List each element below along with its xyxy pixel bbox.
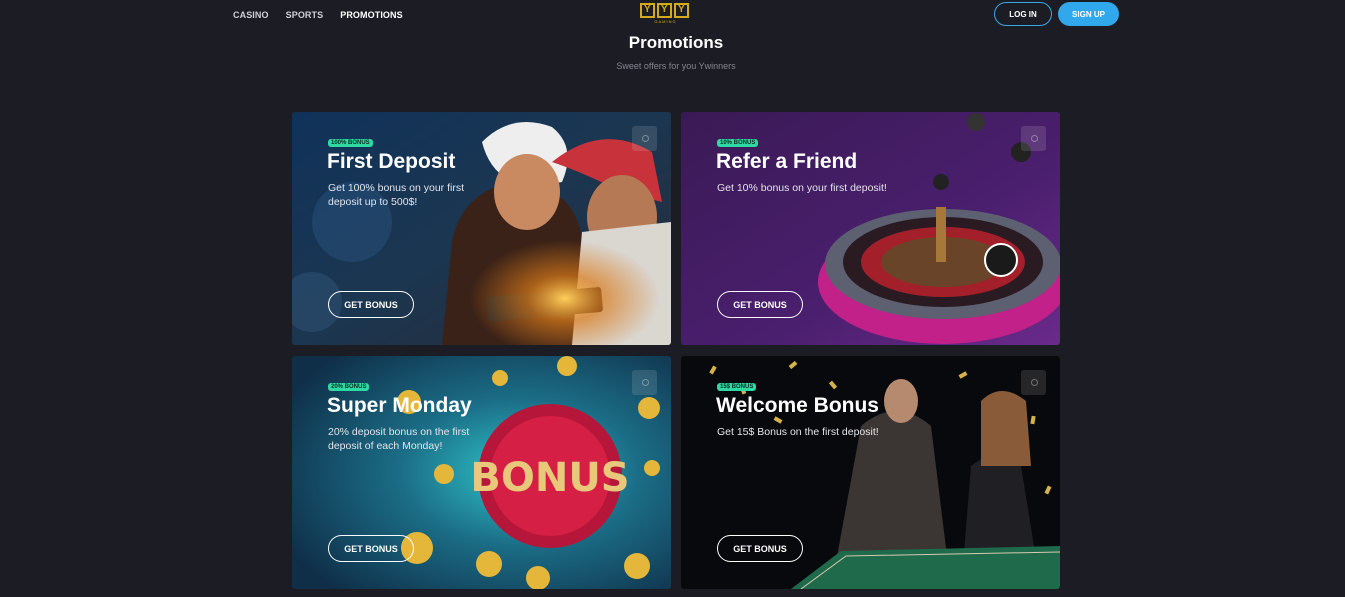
signup-button[interactable]: SIGN UP bbox=[1058, 2, 1119, 26]
promo-card-super-monday: BONUS 20% BONUS Super Monday 20% deposit… bbox=[292, 356, 671, 589]
promo-card-refer-a-friend: 10% BONUS Refer a Friend Get 10% bonus o… bbox=[681, 112, 1060, 345]
nav-promotions-link[interactable]: PROMOTIONS bbox=[340, 10, 403, 20]
promo-title: Super Monday bbox=[327, 394, 472, 417]
page-title: Promotions bbox=[628, 33, 724, 52]
bonus-sign-text: BONUS bbox=[470, 455, 629, 501]
bonus-badge: 20% BONUS bbox=[328, 383, 370, 391]
promo-description: Get 100% bonus on your first deposit up … bbox=[328, 182, 464, 208]
logo-mark-icon bbox=[674, 3, 689, 18]
get-bonus-button[interactable]: GET BONUS bbox=[328, 535, 414, 562]
main-menu: CASINO SPORTS PROMOTIONS bbox=[233, 10, 403, 20]
get-bonus-button[interactable]: GET BONUS bbox=[717, 291, 803, 318]
logo-mark-icon bbox=[657, 3, 672, 18]
bonus-badge: 10% BONUS bbox=[717, 139, 759, 147]
promo-card-welcome-bonus: 15$ BONUS Welcome Bonus Get 15$ Bonus on… bbox=[681, 356, 1060, 589]
info-icon[interactable] bbox=[632, 370, 657, 395]
bonus-badge: 100% BONUS bbox=[328, 139, 373, 147]
logo-mark-icon bbox=[640, 3, 655, 18]
promo-title: Refer a Friend bbox=[716, 150, 858, 173]
nav-casino-link[interactable]: CASINO bbox=[233, 10, 269, 20]
info-icon[interactable] bbox=[1021, 126, 1046, 151]
top-navigation: CASINO SPORTS PROMOTIONS GAMING LOG IN S… bbox=[0, 0, 1345, 30]
info-icon[interactable] bbox=[632, 126, 657, 151]
promo-description: 20% deposit bonus on the first deposit o… bbox=[328, 426, 470, 452]
login-button[interactable]: LOG IN bbox=[994, 2, 1052, 26]
logo-subtitle: GAMING bbox=[654, 19, 677, 24]
promo-card-first-deposit: 100% BONUS First Deposit Get 100% bonus … bbox=[292, 112, 671, 345]
promo-description: Get 10% bonus on your first deposit! bbox=[717, 182, 887, 194]
info-icon[interactable] bbox=[1021, 370, 1046, 395]
get-bonus-button[interactable]: GET BONUS bbox=[717, 535, 803, 562]
promo-title: Welcome Bonus bbox=[716, 394, 879, 417]
site-logo[interactable]: GAMING bbox=[640, 3, 691, 29]
promo-title: First Deposit bbox=[327, 150, 456, 173]
nav-sports-link[interactable]: SPORTS bbox=[286, 10, 324, 20]
promo-description: Get 15$ Bonus on the first deposit! bbox=[717, 426, 879, 438]
bonus-badge: 15$ BONUS bbox=[717, 383, 757, 391]
get-bonus-button[interactable]: GET BONUS bbox=[328, 291, 414, 318]
page-subtitle: Sweet offers for you Ywinners bbox=[616, 61, 736, 71]
